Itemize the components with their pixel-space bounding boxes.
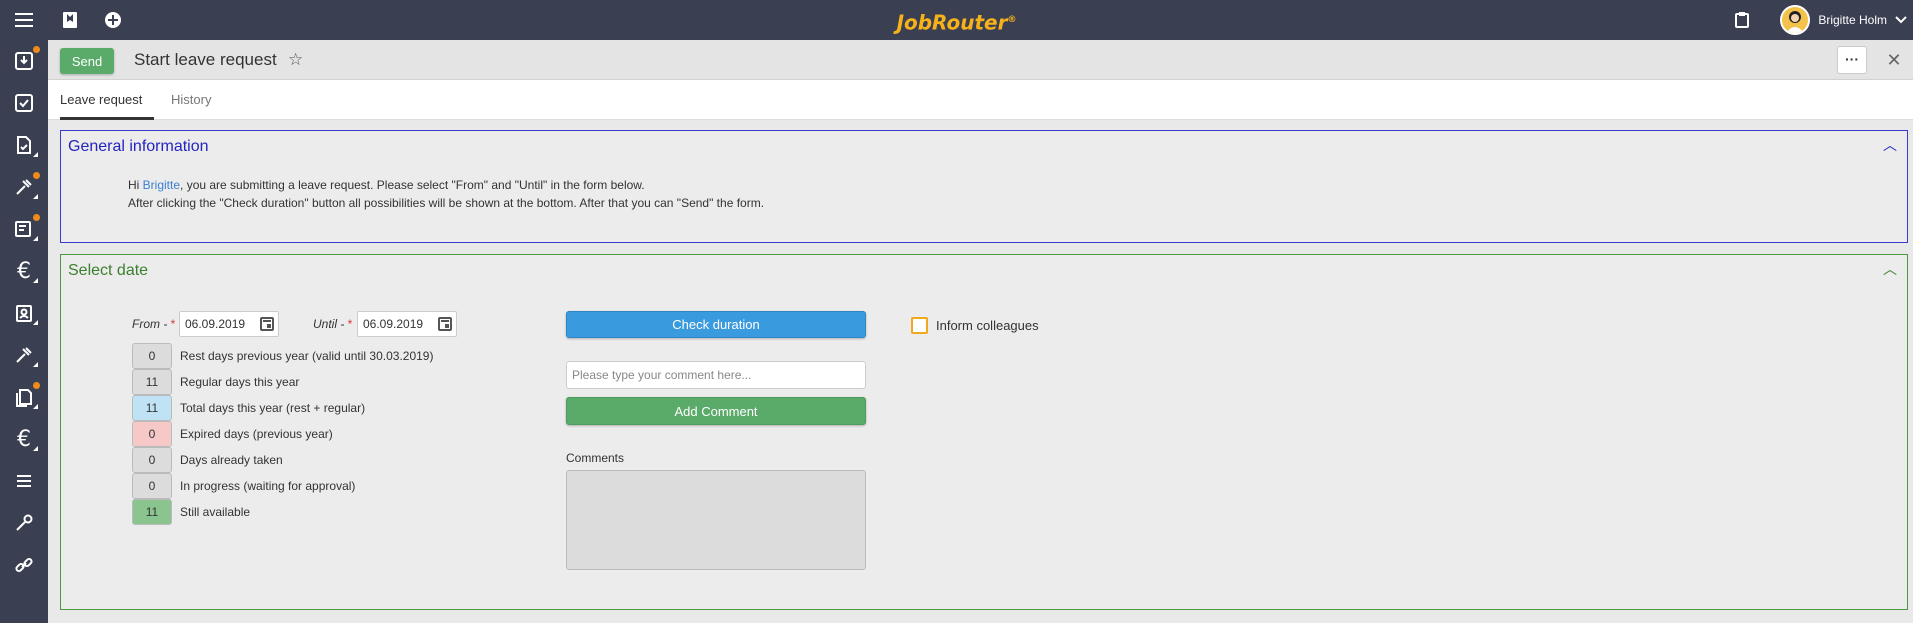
more-options-button[interactable]: ··· xyxy=(1837,46,1867,74)
clipboard-icon[interactable] xyxy=(1722,0,1762,40)
contact-card-icon xyxy=(16,305,32,322)
info-text: Hi Brigitte, you are submitting a leave … xyxy=(128,178,765,210)
comments-label: Comments xyxy=(566,451,625,465)
jobrouter-logo: JobRouter® xyxy=(896,10,1017,35)
chevron-down-icon xyxy=(1895,16,1907,24)
sidebar-item-euro[interactable]: € xyxy=(0,418,48,460)
check-duration-button[interactable]: Check duration xyxy=(566,311,866,338)
link-icon xyxy=(15,557,33,573)
sidebar-item-settings[interactable] xyxy=(0,502,48,544)
stat-label: Still available xyxy=(180,505,251,519)
sidebar-item-inbox[interactable] xyxy=(0,40,48,82)
from-label: From - * xyxy=(132,317,176,331)
panel-title: General information xyxy=(68,138,209,155)
stat-value: 11 xyxy=(132,499,172,525)
process-header: Send Start leave request ☆ ··· ✕ xyxy=(48,40,1913,80)
menu-icon[interactable] xyxy=(4,0,44,40)
comments-textarea[interactable] xyxy=(566,470,866,570)
bookmark-icon[interactable] xyxy=(50,0,90,40)
tab-bar: Leave request History xyxy=(48,80,1913,120)
sidebar-item-links[interactable] xyxy=(0,544,48,586)
check-box-icon xyxy=(15,94,33,112)
from-date-field[interactable]: 06.09.2019 xyxy=(179,311,279,337)
tab-history[interactable]: History xyxy=(171,80,211,120)
sidebar-item-files[interactable] xyxy=(0,376,48,418)
add-comment-button[interactable]: Add Comment xyxy=(566,397,866,425)
files-icon xyxy=(16,389,32,407)
page-title: Start leave request xyxy=(134,50,277,69)
send-button[interactable]: Send xyxy=(60,48,114,74)
top-bar: JobRouter® Brigitte Holm xyxy=(0,0,1913,40)
sidebar-item-tools[interactable] xyxy=(0,166,48,208)
euro-icon: € xyxy=(17,258,31,284)
stat-label: Days already taken xyxy=(180,453,283,467)
inform-colleagues-label: Inform colleagues xyxy=(936,318,1039,333)
panel-title: Select date xyxy=(68,262,149,279)
user-link[interactable]: Brigitte xyxy=(143,178,180,192)
star-icon[interactable]: ☆ xyxy=(288,50,303,70)
sidebar-item-forms[interactable] xyxy=(0,208,48,250)
avatar xyxy=(1780,5,1811,35)
stat-label: Regular days this year xyxy=(180,375,300,389)
stat-value: 0 xyxy=(132,421,172,447)
tab-leave-request[interactable]: Leave request xyxy=(60,80,155,120)
close-button[interactable]: ✕ xyxy=(1882,46,1906,74)
inbox-icon xyxy=(15,52,33,70)
euro-icon: € xyxy=(17,426,31,452)
form-edit-icon xyxy=(15,221,31,237)
user-name: Brigitte Holm xyxy=(1818,13,1887,27)
stat-label: In progress (waiting for approval) xyxy=(180,479,356,493)
chevron-up-icon[interactable]: ︿ xyxy=(1883,259,1897,279)
sidebar-item-list[interactable] xyxy=(0,460,48,502)
sidebar-item-contacts[interactable] xyxy=(0,292,48,334)
inform-colleagues-checkbox[interactable] xyxy=(911,317,928,334)
add-icon[interactable] xyxy=(93,0,133,40)
calendar-icon[interactable] xyxy=(260,317,274,331)
stat-value: 11 xyxy=(132,369,172,395)
chevron-up-icon[interactable]: ︿ xyxy=(1883,135,1897,155)
sidebar-item-finance[interactable]: € xyxy=(0,250,48,292)
until-label: Until - * xyxy=(313,317,353,331)
until-date-field[interactable]: 06.09.2019 xyxy=(357,311,457,337)
stat-value: 0 xyxy=(132,447,172,473)
sidebar-item-documents[interactable] xyxy=(0,124,48,166)
stat-value: 11 xyxy=(132,395,172,421)
stat-label: Rest days previous year (valid until 30.… xyxy=(180,349,434,363)
sidebar: € € xyxy=(0,40,48,623)
stat-label: Total days this year (rest + regular) xyxy=(180,401,366,415)
select-date-panel: Select date ︿ From - * 06.09.2019 Until … xyxy=(60,254,1908,610)
stat-value: 0 xyxy=(132,343,172,369)
document-check-icon xyxy=(17,136,31,154)
stat-value: 0 xyxy=(132,473,172,499)
stat-label: Expired days (previous year) xyxy=(180,427,333,441)
comment-input[interactable] xyxy=(566,361,866,389)
sidebar-item-hammer[interactable] xyxy=(0,334,48,376)
calendar-icon[interactable] xyxy=(438,317,452,331)
hammer-icon xyxy=(16,179,32,195)
hammer-icon xyxy=(16,347,32,363)
general-information-panel: General information ︿ Hi Brigitte, you a… xyxy=(60,130,1908,243)
list-icon xyxy=(17,475,31,487)
wrench-icon xyxy=(16,514,33,531)
sidebar-item-tasks[interactable] xyxy=(0,82,48,124)
user-menu[interactable]: Brigitte Holm xyxy=(1780,0,1913,40)
